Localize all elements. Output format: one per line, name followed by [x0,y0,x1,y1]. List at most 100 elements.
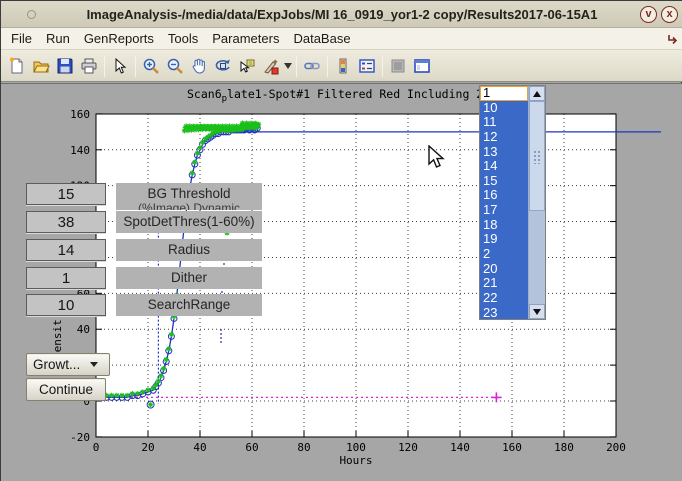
print-button[interactable] [77,54,101,78]
zoom-in-button[interactable] [139,54,163,78]
list-item[interactable]: 14 [480,159,528,174]
print-icon [80,57,98,75]
menu-genreports[interactable]: GenReports [84,31,154,46]
data-cursor-button[interactable] [235,54,259,78]
insert-legend-button[interactable] [355,54,379,78]
menu-tools[interactable]: Tools [168,31,198,46]
link-plots-button[interactable] [300,54,324,78]
menu-database[interactable]: DataBase [293,31,350,46]
growth-dropdown-label: Growt... [33,357,80,372]
spotdetthres-label: SpotDetThres(1-60%) [116,211,262,233]
toolbar-separator [135,55,136,77]
list-item[interactable]: 2 [480,247,528,262]
plottools-off-icon [389,57,407,75]
menu-parameters[interactable]: Parameters [212,31,279,46]
toolbar-separator [327,55,328,77]
list-item[interactable]: 12 [480,130,528,145]
brush-dropdown-caret-icon [284,63,292,69]
hide-plot-tools-button[interactable] [386,54,410,78]
scrollbar-grip-icon [533,150,542,164]
spotdetthres-input[interactable]: 38 [26,211,106,233]
list-item[interactable]: 17 [480,203,528,218]
scrollbar-track[interactable] [529,211,545,304]
scroll-down-icon [533,309,541,315]
radius-input[interactable]: 14 [26,239,106,261]
spot-number-listbox: 1 10 11 12 13 14 15 16 17 18 19 2 20 21 … [479,85,546,320]
plottools-on-icon [413,57,431,75]
dither-input[interactable]: 1 [26,267,106,289]
pan-hand-icon [190,57,208,75]
window-title: ImageAnalysis-/media/data/ExpJobs/MI 16_… [1,7,682,22]
toolbar-separator [382,55,383,77]
window-icon [27,10,36,19]
list-item[interactable]: 11 [480,115,528,130]
insert-colorbar-button[interactable] [331,54,355,78]
list-item[interactable]: 23 [480,306,528,320]
new-file-button[interactable] [5,54,29,78]
scroll-down-button[interactable] [529,304,545,319]
radius-label: Radius [116,239,262,261]
open-button[interactable] [29,54,53,78]
list-item[interactable]: 16 [480,188,528,203]
list-item[interactable]: 21 [480,276,528,291]
menu-file[interactable]: File [11,31,32,46]
continue-button-label: Continue [39,382,93,397]
dither-label: Dither [116,267,262,289]
zoom-out-button[interactable] [163,54,187,78]
searchrange-input[interactable]: 10 [26,294,106,316]
dock-arrow-icon[interactable] [667,33,679,45]
scrollbar-thumb[interactable] [529,101,545,211]
toolbar-separator [104,55,105,77]
list-item[interactable]: 13 [480,145,528,160]
list-item[interactable]: 20 [480,262,528,277]
rotate-3d-icon [214,57,232,75]
searchrange-label: SearchRange [116,294,262,316]
close-button[interactable]: x [661,6,678,23]
radius-label-text: Radius [168,241,210,258]
list-item[interactable]: 19 [480,232,528,247]
menu-bar: File Run GenReports Tools Parameters Dat… [1,28,682,50]
brush-button[interactable] [259,54,283,78]
menu-run[interactable]: Run [46,31,70,46]
list-item[interactable]: 10 [480,101,528,116]
growth-dropdown-button[interactable]: Growt... [26,353,110,376]
rotate3d-button[interactable] [211,54,235,78]
brush-icon [262,57,280,75]
new-file-icon [8,57,26,75]
dropdown-caret-icon [90,362,98,367]
pointer-icon [111,57,129,75]
dither-label-text: Dither [171,269,207,286]
list-item[interactable]: 15 [480,174,528,189]
scroll-up-button[interactable] [529,86,545,101]
scroll-up-icon [533,91,541,97]
minimize-button[interactable]: v [640,6,657,23]
save-icon [56,57,74,75]
zoom-in-icon [142,57,160,75]
data-cursor-icon [238,57,256,75]
pan-button[interactable] [187,54,211,78]
brush-dropdown-button[interactable] [283,54,293,78]
searchrange-label-text: SearchRange [148,296,231,313]
save-button[interactable] [53,54,77,78]
bg-threshold-label-text: BG Threshold [147,185,230,202]
list-item[interactable]: 18 [480,218,528,233]
colorbar-icon [334,57,352,75]
link-plots-icon [303,57,321,75]
toolbar [1,50,682,82]
app-window: { "window": { "title": "ImageAnalysis-/m… [0,0,682,481]
zoom-out-icon [166,57,184,75]
toolbar-separator [296,55,297,77]
title-bar[interactable]: ImageAnalysis-/media/data/ExpJobs/MI 16_… [1,1,682,28]
continue-button[interactable]: Continue [26,378,106,401]
list-item[interactable]: 22 [480,291,528,306]
list-item-selected[interactable]: 1 [480,86,528,101]
show-plot-tools-button[interactable] [410,54,434,78]
legend-icon [358,57,376,75]
bg-threshold-label-line2: (%Image) Dynamic [138,202,240,210]
spot-number-list: 1 10 11 12 13 14 15 16 17 18 19 2 20 21 … [480,86,528,319]
spotdetthres-label-text: SpotDetThres(1-60%) [123,213,254,230]
listbox-scrollbar[interactable] [528,86,545,319]
pointer-tool-button[interactable] [108,54,132,78]
open-folder-icon [32,57,50,75]
bg-threshold-input[interactable]: 15 [26,183,106,205]
